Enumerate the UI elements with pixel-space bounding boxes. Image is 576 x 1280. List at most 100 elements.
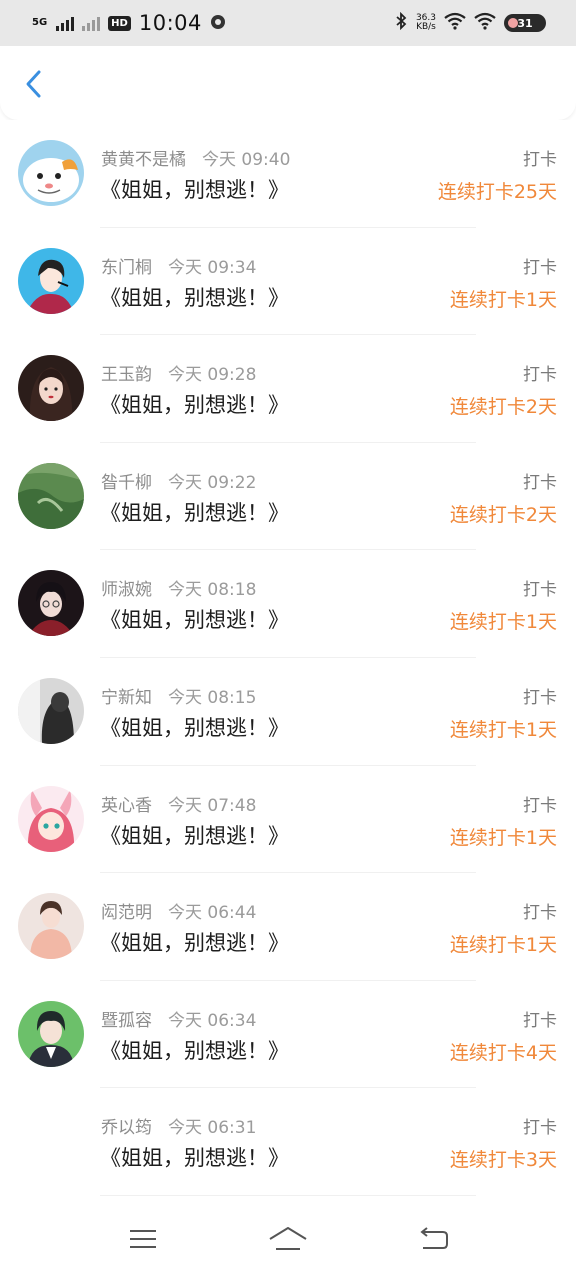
user-meta: 黄黄不是橘 今天 09:40 [101,145,290,170]
avatar[interactable] [18,893,84,960]
user-meta: 乔以筠 今天 06:31 [101,1113,256,1138]
return-button[interactable] [410,1219,456,1259]
book-title[interactable]: 《姐姐，别想逃！》 [100,174,289,204]
avatar[interactable] [18,355,84,422]
avatar[interactable] [18,677,84,744]
list-item[interactable]: 东门桐 今天 09:34 《姐姐，别想逃！》 打卡 连续打卡1天 [0,228,576,336]
avatar[interactable] [18,570,84,637]
home-button[interactable] [265,1219,311,1259]
return-icon [420,1227,449,1249]
user-name[interactable]: 乔以筠 [101,1113,152,1138]
chevron-left-icon [26,70,41,98]
battery-level: 31 [517,16,533,30]
user-name[interactable]: 王玉韵 [101,360,152,385]
back-button[interactable] [18,68,48,100]
wifi-icon [474,11,496,35]
hd-badge: HD [108,15,131,31]
book-title[interactable]: 《姐姐，别想逃！》 [100,604,289,634]
network-label: 5G [32,17,48,28]
user-meta: 英心香 今天 07:48 [101,791,256,816]
list-item[interactable]: 昝千柳 今天 09:22 《姐姐，别想逃！》 打卡 连续打卡2天 [0,443,576,551]
user-meta: 闳范明 今天 06:44 [101,898,256,923]
book-title[interactable]: 《姐姐，别想逃！》 [100,282,289,312]
book-title[interactable]: 《姐姐，别想逃！》 [100,497,289,527]
status-bar: 5G HD 10:04 36.3 KB/s 31 [0,0,576,46]
checkin-tag: 打卡 [523,580,557,601]
checkin-tag: 打卡 [523,1010,557,1031]
streak-label: 连续打卡2天 [449,503,557,526]
list-item[interactable]: 暨孤容 今天 06:34 《姐姐，别想逃！》 打卡 连续打卡4天 [0,981,576,1089]
post-time: 今天 09:28 [168,365,257,386]
checkin-tag: 打卡 [523,687,557,708]
wifi-plus-icon [444,11,466,35]
post-time: 今天 07:48 [168,795,257,816]
home-icon [269,1227,307,1250]
bluetooth-icon [394,11,408,35]
user-name[interactable]: 宁新知 [101,683,152,708]
checkin-tag: 打卡 [523,903,557,924]
battery-icon: 31 [504,14,546,32]
list-item[interactable]: 宁新知 今天 08:15 《姐姐，别想逃！》 打卡 连续打卡1天 [0,658,576,766]
status-time: 10:04 [138,11,202,35]
streak-label: 连续打卡1天 [449,934,557,957]
post-time: 今天 06:44 [168,903,257,924]
user-name[interactable]: 昝千柳 [101,468,152,493]
book-title[interactable]: 《姐姐，别想逃！》 [100,927,289,957]
book-title[interactable]: 《姐姐，别想逃！》 [100,1142,289,1172]
user-meta: 暨孤容 今天 06:34 [101,1006,256,1031]
checkin-tag: 打卡 [523,365,557,386]
book-title[interactable]: 《姐姐，别想逃！》 [100,389,289,419]
app-notification-icon [210,11,226,35]
signal-icon [56,15,75,31]
streak-label: 连续打卡1天 [449,718,557,741]
avatar[interactable] [18,247,84,314]
avatar[interactable] [18,1000,84,1067]
post-time: 今天 09:40 [202,150,291,170]
user-meta: 东门桐 今天 09:34 [101,253,256,278]
streak-label: 连续打卡1天 [449,826,557,849]
book-title[interactable]: 《姐姐，别想逃！》 [100,712,289,742]
menu-button[interactable] [120,1219,166,1259]
page-header [0,46,576,120]
post-time: 今天 08:15 [168,687,257,708]
book-title[interactable]: 《姐姐，别想逃！》 [100,820,289,850]
user-meta: 王玉韵 今天 09:28 [101,360,256,385]
user-meta: 师淑婉 今天 08:18 [101,575,256,600]
user-name[interactable]: 东门桐 [101,253,152,278]
post-time: 今天 06:34 [168,1010,257,1031]
avatar[interactable] [18,462,84,529]
user-name[interactable]: 英心香 [101,791,152,816]
post-time: 今天 09:34 [168,257,257,278]
signal-icon-secondary [82,15,101,31]
net-speed: 36.3 KB/s [416,14,436,32]
user-name[interactable]: 暨孤容 [101,1006,152,1031]
post-time: 今天 06:31 [168,1118,257,1139]
list-item[interactable]: 乔以筠 今天 06:31 《姐姐，别想逃！》 打卡 连续打卡3天 [0,1088,576,1196]
checkin-tag: 打卡 [523,1118,557,1139]
list-item[interactable]: 师淑婉 今天 08:18 《姐姐，别想逃！》 打卡 连续打卡1天 [0,550,576,658]
checkin-tag: 打卡 [523,257,557,278]
checkin-tag: 打卡 [523,150,557,170]
book-title[interactable]: 《姐姐，别想逃！》 [100,1035,289,1065]
avatar[interactable] [18,785,84,852]
streak-label: 连续打卡3天 [449,1149,557,1172]
user-meta: 昝千柳 今天 09:22 [101,468,256,493]
user-meta: 宁新知 今天 08:15 [101,683,256,708]
status-right: 36.3 KB/s 31 [394,11,546,35]
streak-label: 连续打卡25天 [437,181,557,203]
list-item[interactable]: 王玉韵 今天 09:28 《姐姐，别想逃！》 打卡 连续打卡2天 [0,335,576,443]
post-time: 今天 09:22 [168,472,257,493]
status-left: 5G HD 10:04 [32,11,226,35]
checkin-tag: 打卡 [523,795,557,816]
user-name[interactable]: 师淑婉 [101,575,152,600]
list-item[interactable]: 黄黄不是橘 今天 09:40 《姐姐，别想逃！》 打卡 连续打卡25天 [0,120,576,228]
streak-label: 连续打卡2天 [449,396,557,419]
user-name[interactable]: 黄黄不是橘 [101,145,186,170]
user-name[interactable]: 闳范明 [101,898,152,923]
system-nav-bar [0,1198,576,1280]
avatar[interactable] [18,140,84,206]
list-item[interactable]: 闳范明 今天 06:44 《姐姐，别想逃！》 打卡 连续打卡1天 [0,873,576,981]
checkin-list: 黄黄不是橘 今天 09:40 《姐姐，别想逃！》 打卡 连续打卡25天 东门桐 … [0,120,576,1198]
list-item[interactable]: 英心香 今天 07:48 《姐姐，别想逃！》 打卡 连续打卡1天 [0,766,576,874]
avatar[interactable] [18,1108,84,1174]
